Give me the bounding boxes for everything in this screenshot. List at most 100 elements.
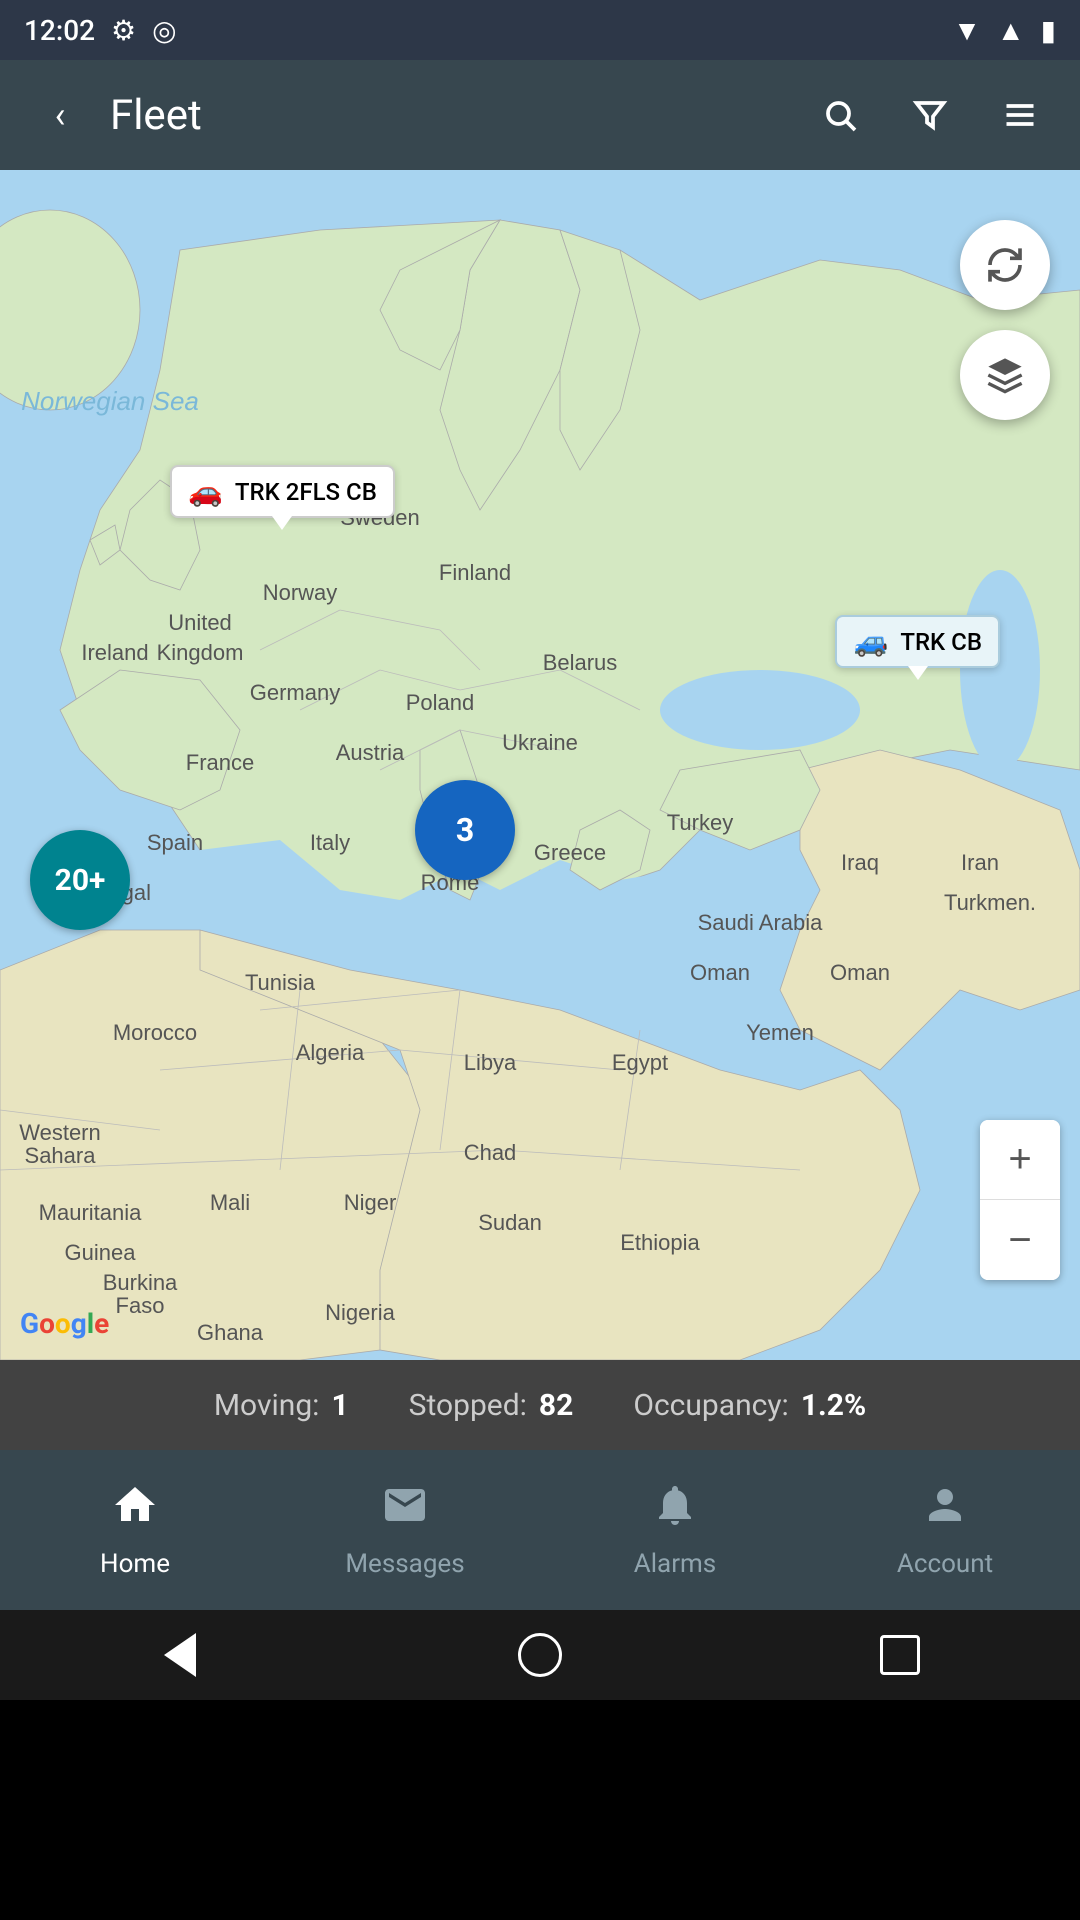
cluster-label: 20+ (55, 863, 106, 898)
back-arrow-icon: ‹ (55, 94, 66, 136)
svg-text:Kingdom: Kingdom (157, 640, 244, 665)
system-home-button[interactable] (505, 1620, 575, 1690)
svg-text:France: France (186, 750, 254, 775)
moving-stat: Moving: 1 (214, 1388, 349, 1423)
svg-text:Yemen: Yemen (746, 1020, 814, 1045)
svg-text:Burkina: Burkina (103, 1270, 178, 1295)
system-recents-button[interactable] (865, 1620, 935, 1690)
messages-icon (381, 1481, 429, 1541)
stopped-value: 82 (539, 1388, 573, 1423)
system-nav-bar (0, 1610, 1080, 1700)
vehicle-label: TRK 2FLS CB (235, 478, 377, 506)
occupancy-label: Occupancy: (633, 1388, 788, 1423)
svg-text:Norwegian Sea: Norwegian Sea (21, 386, 199, 416)
account-icon (921, 1481, 969, 1541)
google-logo: Google (20, 1307, 109, 1340)
svg-text:Oman: Oman (690, 960, 750, 985)
svg-text:Greece: Greece (534, 840, 606, 865)
nav-label-messages: Messages (345, 1549, 464, 1579)
svg-text:Norway: Norway (263, 580, 338, 605)
nav-item-alarms[interactable]: Alarms (540, 1465, 810, 1595)
app-bar-actions (810, 85, 1050, 145)
svg-text:Mauritania: Mauritania (39, 1200, 142, 1225)
cluster-3[interactable]: 3 (415, 780, 515, 880)
svg-text:United: United (168, 610, 232, 635)
svg-text:Iraq: Iraq (841, 850, 879, 875)
moving-label: Moving: (214, 1388, 320, 1423)
bottom-nav: Home Messages Alarms Account (0, 1450, 1080, 1610)
zoom-out-button[interactable]: − (980, 1200, 1060, 1280)
svg-text:Morocco: Morocco (113, 1020, 197, 1045)
search-button[interactable] (810, 85, 870, 145)
nav-label-alarms: Alarms (634, 1549, 716, 1579)
home-icon (111, 1481, 159, 1541)
occupancy-stat: Occupancy: 1.2% (633, 1388, 866, 1423)
stats-bar: Moving: 1 Stopped: 82 Occupancy: 1.2% (0, 1360, 1080, 1450)
filter-button[interactable] (900, 85, 960, 145)
svg-text:Western: Western (19, 1120, 101, 1145)
menu-button[interactable] (990, 85, 1050, 145)
svg-text:Algeria: Algeria (296, 1040, 365, 1065)
svg-text:Faso: Faso (116, 1293, 165, 1318)
settings-icon: ⚙ (111, 14, 136, 47)
svg-text:Germany: Germany (250, 680, 340, 705)
at-icon: ◎ (152, 14, 176, 47)
zoom-controls: + − (980, 1120, 1060, 1280)
nav-item-messages[interactable]: Messages (270, 1465, 540, 1595)
vehicle-icon: 🚙 (853, 625, 888, 658)
occupancy-value: 1.2% (801, 1388, 866, 1423)
cluster-20-plus[interactable]: 20+ (30, 830, 130, 930)
nav-item-account[interactable]: Account (810, 1465, 1080, 1595)
svg-text:Turkey: Turkey (667, 810, 733, 835)
svg-text:Libya: Libya (464, 1050, 517, 1075)
svg-text:Italy: Italy (310, 830, 350, 855)
app-bar: ‹ Fleet (0, 60, 1080, 170)
svg-text:Austria: Austria (336, 740, 405, 765)
svg-text:Sahara: Sahara (25, 1143, 97, 1168)
map-background: Norwegian Sea Norway Finland Sweden Unit… (0, 170, 1080, 1360)
vehicle-icon: 🚗 (188, 475, 223, 508)
svg-text:Chad: Chad (464, 1140, 517, 1165)
stopped-label: Stopped: (409, 1388, 527, 1423)
stopped-stat: Stopped: 82 (409, 1388, 574, 1423)
battery-icon: ▮ (1041, 14, 1056, 47)
svg-text:Nigeria: Nigeria (325, 1300, 395, 1325)
svg-text:Guinea: Guinea (65, 1240, 137, 1265)
zoom-in-button[interactable]: + (980, 1120, 1060, 1200)
svg-text:Belarus: Belarus (543, 650, 618, 675)
vehicle-marker-trk2flscb[interactable]: 🚗 TRK 2FLS CB (170, 465, 395, 518)
svg-text:Iran: Iran (961, 850, 999, 875)
svg-text:Ethiopia: Ethiopia (620, 1230, 700, 1255)
nav-label-account: Account (897, 1549, 993, 1579)
vehicle-marker-trkcb[interactable]: 🚙 TRK CB (835, 615, 1000, 668)
svg-text:Ukraine: Ukraine (502, 730, 578, 755)
svg-text:Oman: Oman (830, 960, 890, 985)
svg-text:Egypt: Egypt (612, 1050, 668, 1075)
back-button[interactable]: ‹ (30, 85, 90, 145)
svg-text:Sudan: Sudan (478, 1210, 542, 1235)
cluster-label: 3 (456, 811, 474, 849)
svg-text:Ghana: Ghana (197, 1320, 264, 1345)
clock: 12:02 (24, 14, 95, 47)
refresh-button[interactable] (960, 220, 1050, 310)
svg-text:Mali: Mali (210, 1190, 250, 1215)
svg-text:Niger: Niger (344, 1190, 397, 1215)
map-container[interactable]: Norwegian Sea Norway Finland Sweden Unit… (0, 170, 1080, 1360)
svg-text:Turkmen.: Turkmen. (944, 890, 1036, 915)
layers-button[interactable] (960, 330, 1050, 420)
svg-text:Finland: Finland (439, 560, 511, 585)
page-title: Fleet (110, 91, 810, 140)
nav-label-home: Home (100, 1549, 170, 1579)
system-back-button[interactable] (145, 1620, 215, 1690)
signal-icon: ▲ (997, 14, 1025, 47)
svg-text:Poland: Poland (406, 690, 475, 715)
svg-text:Tunisia: Tunisia (245, 970, 316, 995)
moving-value: 1 (331, 1388, 348, 1423)
vehicle-label: TRK CB (900, 628, 982, 656)
svg-text:Spain: Spain (147, 830, 203, 855)
nav-item-home[interactable]: Home (0, 1465, 270, 1595)
svg-text:Saudi Arabia: Saudi Arabia (698, 910, 824, 935)
wifi-icon: ▼ (953, 14, 981, 47)
alarms-icon (651, 1481, 699, 1541)
status-bar: 12:02 ⚙ ◎ ▼ ▲ ▮ (0, 0, 1080, 60)
